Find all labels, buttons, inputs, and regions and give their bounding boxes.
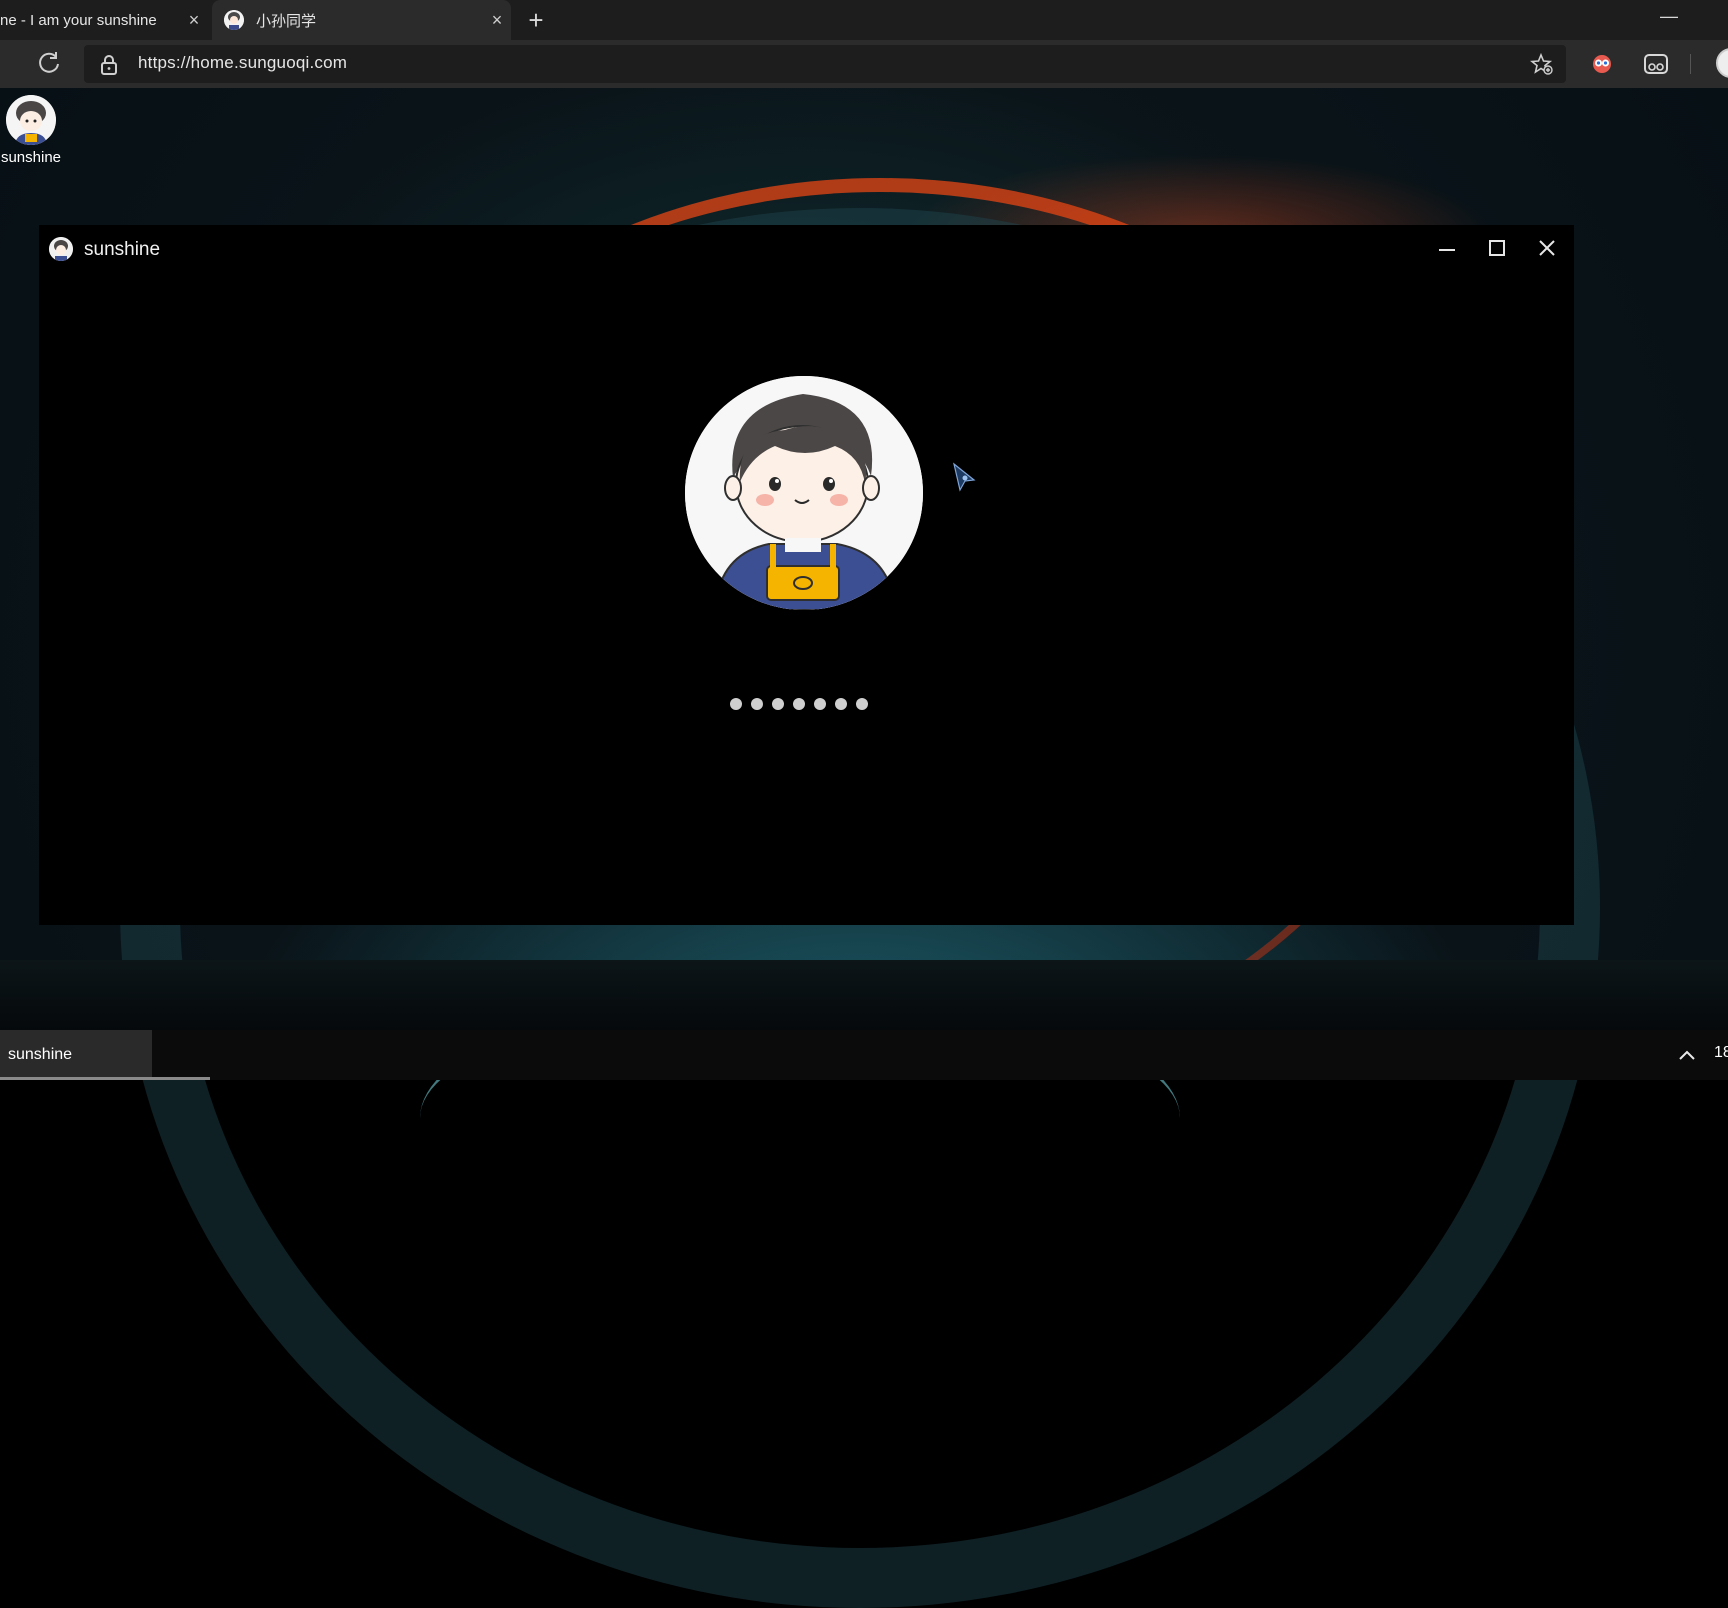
loading-dot [814,698,826,710]
url-text[interactable]: https://home.sunguoqi.com [138,53,347,73]
close-tab-icon[interactable]: × [180,10,208,31]
avatar-favicon-icon [224,10,244,30]
avatar [6,95,56,145]
extension-glasses-icon[interactable] [1643,52,1669,76]
browser-tab-strip: ne - I am your sunshine × 小孙同学 × + — [0,0,1728,40]
avatar [685,376,923,610]
taskbar [0,1030,1728,1080]
app-avatar-icon [49,237,73,261]
chevron-up-icon[interactable] [1676,1044,1698,1066]
lock-icon[interactable] [100,55,118,75]
tab-sunshine[interactable]: ne - I am your sunshine × [0,0,208,40]
tab-title: 小孙同学 [256,12,317,30]
window-minimize-icon[interactable]: — [1660,6,1678,27]
loading-dot [751,698,763,710]
reload-icon[interactable] [36,50,62,76]
add-favorite-star-icon[interactable] [1530,52,1554,76]
loading-dot [793,698,805,710]
close-icon[interactable] [1531,235,1563,263]
loading-dot [772,698,784,710]
toolbar-divider [1690,54,1691,74]
desktop-icon-label: sunshine [0,149,62,166]
loading-dot [730,698,742,710]
loading-dot [856,698,868,710]
wallpaper-ground [0,960,1728,1030]
new-tab-plus-icon[interactable]: + [520,4,552,36]
window-titlebar[interactable]: sunshine [39,225,1574,273]
tab-xiaosun[interactable]: 小孙同学 × [212,0,511,40]
window-title: sunshine [84,239,161,260]
taskbar-item-sunshine[interactable]: sunshine [0,1030,210,1080]
desktop-icon-sunshine[interactable]: sunshine [0,95,62,166]
maximize-icon[interactable] [1481,235,1513,263]
loading-indicator [730,698,868,710]
mouse-cursor-icon [953,462,976,492]
loading-dot [835,698,847,710]
taskbar-item-label: sunshine [8,1046,73,1063]
taskbar-clock[interactable]: 18 [1714,1044,1728,1062]
minimize-icon[interactable] [1431,235,1463,263]
close-tab-icon[interactable]: × [483,10,511,31]
tab-title: ne - I am your sunshine [0,11,157,29]
extension-eyes-icon[interactable] [1590,52,1614,76]
